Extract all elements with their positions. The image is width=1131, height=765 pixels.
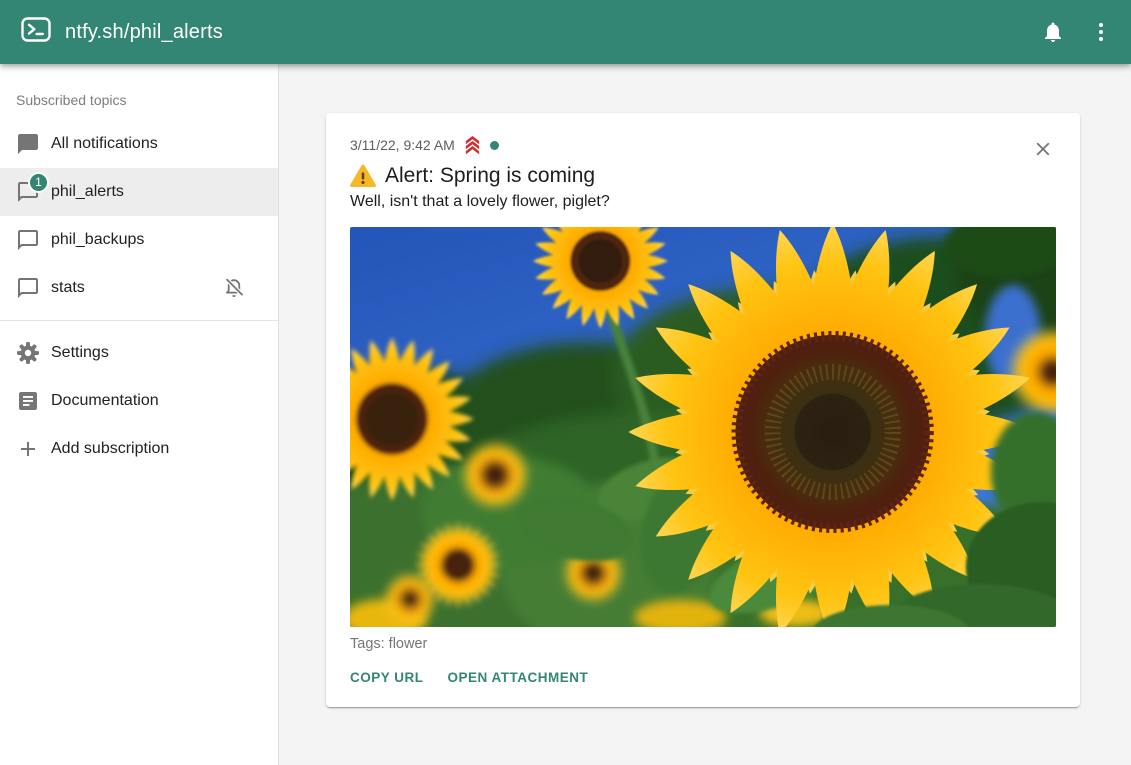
sidebar-item-label: stats xyxy=(51,279,85,297)
notification-title: Alert: Spring is coming xyxy=(385,164,595,188)
notification-card: 3/11/22, 9:42 AM xyxy=(326,113,1080,707)
open-attachment-button[interactable]: OPEN ATTACHMENT xyxy=(448,670,589,685)
close-notification-button[interactable] xyxy=(1030,136,1056,162)
notification-meta: 3/11/22, 9:42 AM xyxy=(350,135,1056,155)
notification-title-row: Alert: Spring is coming xyxy=(350,164,1056,188)
sidebar-item-all-notifications[interactable]: All notifications xyxy=(0,120,278,168)
unread-dot-icon xyxy=(490,141,499,150)
sidebar-item-label: phil_alerts xyxy=(51,183,124,201)
notification-timestamp: 3/11/22, 9:42 AM xyxy=(350,137,455,153)
topic-list: All notifications 1 phil_alerts xyxy=(0,120,278,312)
notifications-muted-icon xyxy=(222,276,246,300)
sidebar-divider xyxy=(0,320,278,321)
sidebar-item-label: phil_backups xyxy=(51,231,144,249)
app-bar: ntfy.sh/phil_alerts xyxy=(0,0,1131,64)
ntfy-app: ntfy.sh/phil_alerts Subscribed topics xyxy=(0,0,1131,765)
ntfy-logo-icon xyxy=(21,17,51,47)
sidebar-item-label: Add subscription xyxy=(51,440,169,458)
sidebar-item-settings[interactable]: Settings xyxy=(0,329,278,377)
sidebar-item-phil-backups[interactable]: phil_backups xyxy=(0,216,278,264)
sidebar-item-stats[interactable]: stats xyxy=(0,264,278,312)
chat-bubble-filled-icon xyxy=(16,132,40,156)
chat-bubble-outline-icon xyxy=(16,276,40,300)
sidebar-item-label: All notifications xyxy=(51,135,158,153)
sidebar-menu: Settings Documentation xyxy=(0,329,278,473)
notifications-bell-button[interactable] xyxy=(1029,8,1077,56)
copy-url-button[interactable]: COPY URL xyxy=(350,670,424,685)
notification-body: Well, isn't that a lovely flower, piglet… xyxy=(350,193,1056,211)
close-icon xyxy=(1032,138,1054,160)
notification-tags: Tags: flower xyxy=(350,636,1056,652)
chat-bubble-outline-icon xyxy=(16,228,40,252)
priority-max-icon xyxy=(462,135,483,155)
sidebar-item-documentation[interactable]: Documentation xyxy=(0,377,278,425)
main-content: 3/11/22, 9:42 AM xyxy=(279,64,1131,765)
plus-icon xyxy=(16,437,40,461)
sidebar-item-label: Documentation xyxy=(51,392,159,410)
bell-icon xyxy=(1041,20,1065,44)
sidebar-item-add-subscription[interactable]: Add subscription xyxy=(0,425,278,473)
overflow-menu-button[interactable] xyxy=(1077,8,1125,56)
sunflower-photo xyxy=(350,227,1056,627)
chat-bubble-outline-icon: 1 xyxy=(16,180,40,204)
warning-emoji-icon xyxy=(350,164,376,188)
sidebar-item-label: Settings xyxy=(51,344,109,362)
notification-actions: COPY URL OPEN ATTACHMENT xyxy=(350,670,1056,685)
sidebar-section-label: Subscribed topics xyxy=(0,76,278,120)
app-title: ntfy.sh/phil_alerts xyxy=(65,21,223,44)
unread-count-badge: 1 xyxy=(28,172,49,193)
attachment-image[interactable] xyxy=(350,227,1056,627)
sidebar: Subscribed topics All notifications xyxy=(0,64,279,765)
gear-icon xyxy=(16,341,40,365)
article-icon xyxy=(16,389,40,413)
three-dots-icon xyxy=(1089,20,1113,44)
sidebar-item-phil-alerts[interactable]: 1 phil_alerts xyxy=(0,168,278,216)
